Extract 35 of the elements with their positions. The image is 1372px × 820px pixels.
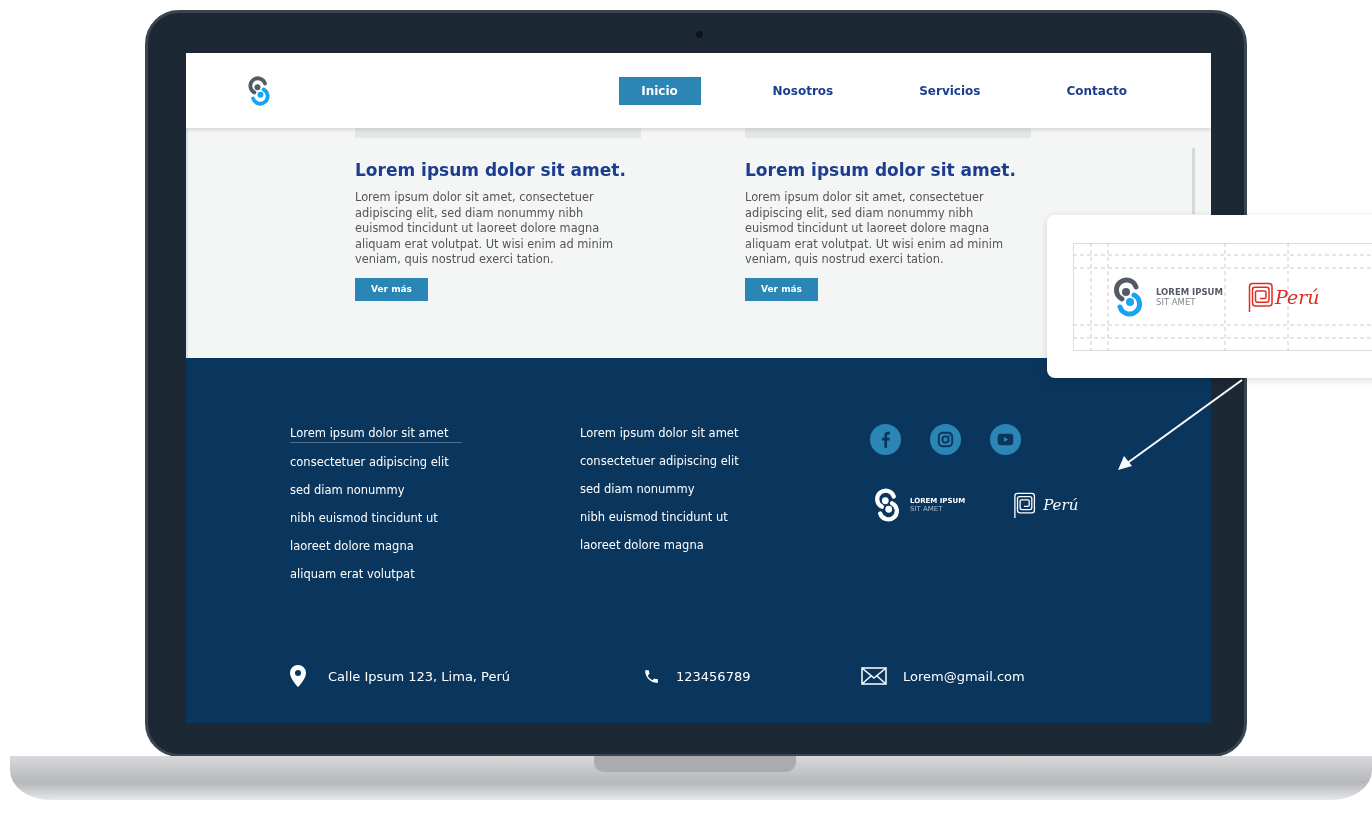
footer-link[interactable]: laoreet dolore magna [290, 537, 414, 555]
camera-dot [696, 31, 703, 38]
facebook-icon[interactable] [870, 424, 901, 455]
youtube-icon[interactable] [990, 424, 1021, 455]
nav-link[interactable]: Contacto [1052, 76, 1141, 105]
footer-link[interactable]: nibh euismod tincidunt ut [580, 508, 728, 526]
brand-name: LOREM IPSUM [1156, 287, 1223, 297]
card-text: Lorem ipsum dolor sit amet, consectetuer adipiscing elit, sed diam nonummy nibh euismod tincidunt ut laoreet dolore magna aliquam erat volutpat. Ut wisi enim ad minim veniam, quis nostrud exerci tation. [745, 190, 1004, 268]
footer-link[interactable]: sed diam nonummy [290, 481, 405, 499]
card-text: Lorem ipsum dolor sit amet, consectetuer adipiscing elit, sed diam nonummy nibh euismod tincidunt ut laoreet dolore magna aliquam erat volutpat. Ut wisi enim ad minim veniam, quis nostrud exerci tation. [355, 190, 614, 268]
nav-link[interactable]: Servicios [905, 76, 995, 105]
footer-link[interactable]: nibh euismod tincidunt ut [290, 509, 438, 527]
envelope-icon [861, 667, 887, 685]
footer-link[interactable]: aliquam erat volutpat [290, 565, 415, 583]
footer-link[interactable]: Lorem ipsum dolor sit amet [290, 424, 463, 443]
more-button[interactable]: Ver más [355, 277, 428, 301]
contact-text: Calle Ipsum 123, Lima, Perú [328, 668, 511, 684]
footer-link[interactable]: consectetuer adipiscing elit [290, 453, 449, 471]
footer-link[interactable]: sed diam nonummy [580, 480, 695, 498]
contact-text: Lorem@gmail.com [903, 668, 1025, 684]
card-title: Lorem ipsum dolor sit amet. [355, 160, 626, 180]
brand-tagline: SIT AMET [1156, 297, 1197, 307]
nav-link[interactable]: Inicio [618, 76, 701, 105]
phone-icon [643, 667, 660, 685]
partner-logo-text: Perú [1043, 496, 1079, 514]
more-button[interactable]: Ver más [745, 277, 818, 301]
instagram-icon[interactable] [930, 424, 961, 455]
nav-link[interactable]: Nosotros [758, 76, 848, 105]
footer-link[interactable]: Lorem ipsum dolor sit amet [580, 424, 739, 442]
footer-link[interactable]: laoreet dolore magna [580, 536, 704, 554]
card-title: Lorem ipsum dolor sit amet. [745, 160, 1016, 180]
location-pin-icon [290, 665, 306, 687]
contact-text: 123456789 [676, 668, 751, 684]
footer-link[interactable]: consectetuer adipiscing elit [580, 452, 739, 470]
partner-logo-text: Perú [1275, 286, 1320, 308]
